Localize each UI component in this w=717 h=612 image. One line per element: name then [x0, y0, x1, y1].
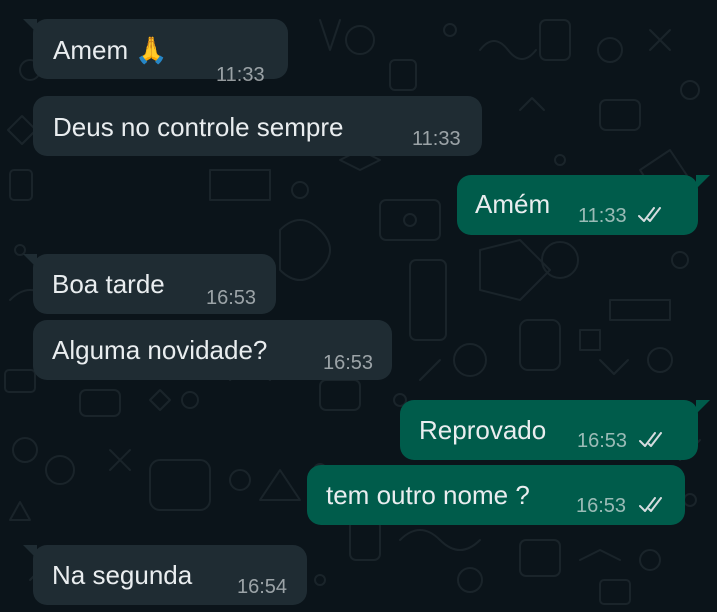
message-bubble-incoming[interactable]: Boa tarde 16:53 — [23, 254, 276, 314]
message-text: Na segunda — [52, 560, 193, 590]
message-text: Amém — [475, 189, 551, 219]
message-time: 16:53 — [576, 495, 627, 517]
bubble-tail — [696, 175, 710, 189]
bubble-tail — [23, 545, 37, 559]
message-bubble-outgoing[interactable]: Amém 11:33 — [457, 175, 710, 235]
message-bubble-incoming[interactable]: Deus no controle sempre 11:33 — [33, 96, 482, 156]
message-bubble-outgoing[interactable]: tem outro nome ? 16:53 — [307, 465, 685, 525]
bubble-tail — [23, 254, 37, 268]
bubble-tail — [23, 19, 37, 33]
message-time: 16:53 — [323, 352, 374, 374]
chat-conversation: Amem 🙏 11:33 Deus no controle sempre 11:… — [0, 0, 717, 612]
message-time: 11:33 — [216, 64, 265, 86]
bubble-tail — [696, 400, 710, 414]
message-bubble-incoming[interactable]: Na segunda 16:54 — [23, 545, 307, 605]
message-time: 16:53 — [206, 287, 257, 309]
message-bubble-outgoing[interactable]: Reprovado 16:53 — [400, 400, 710, 460]
message-text: Deus no controle sempre — [53, 112, 344, 142]
message-text: Amem 🙏 — [53, 35, 168, 65]
message-time: 11:33 — [412, 128, 461, 150]
double-check-icon — [638, 207, 661, 222]
message-text: Alguma novidade? — [52, 335, 268, 365]
message-time: 11:33 — [578, 205, 627, 227]
message-text: Reprovado — [419, 415, 547, 445]
message-text: Boa tarde — [52, 269, 165, 299]
message-bubble-incoming[interactable]: Alguma novidade? 16:53 — [33, 320, 392, 380]
message-time: 16:54 — [237, 576, 288, 598]
message-time: 16:53 — [577, 430, 628, 452]
double-check-icon — [639, 432, 662, 447]
double-check-icon — [639, 497, 662, 512]
message-bubble-incoming[interactable]: Amem 🙏 11:33 — [23, 19, 288, 86]
message-text: tem outro nome ? — [326, 480, 530, 510]
